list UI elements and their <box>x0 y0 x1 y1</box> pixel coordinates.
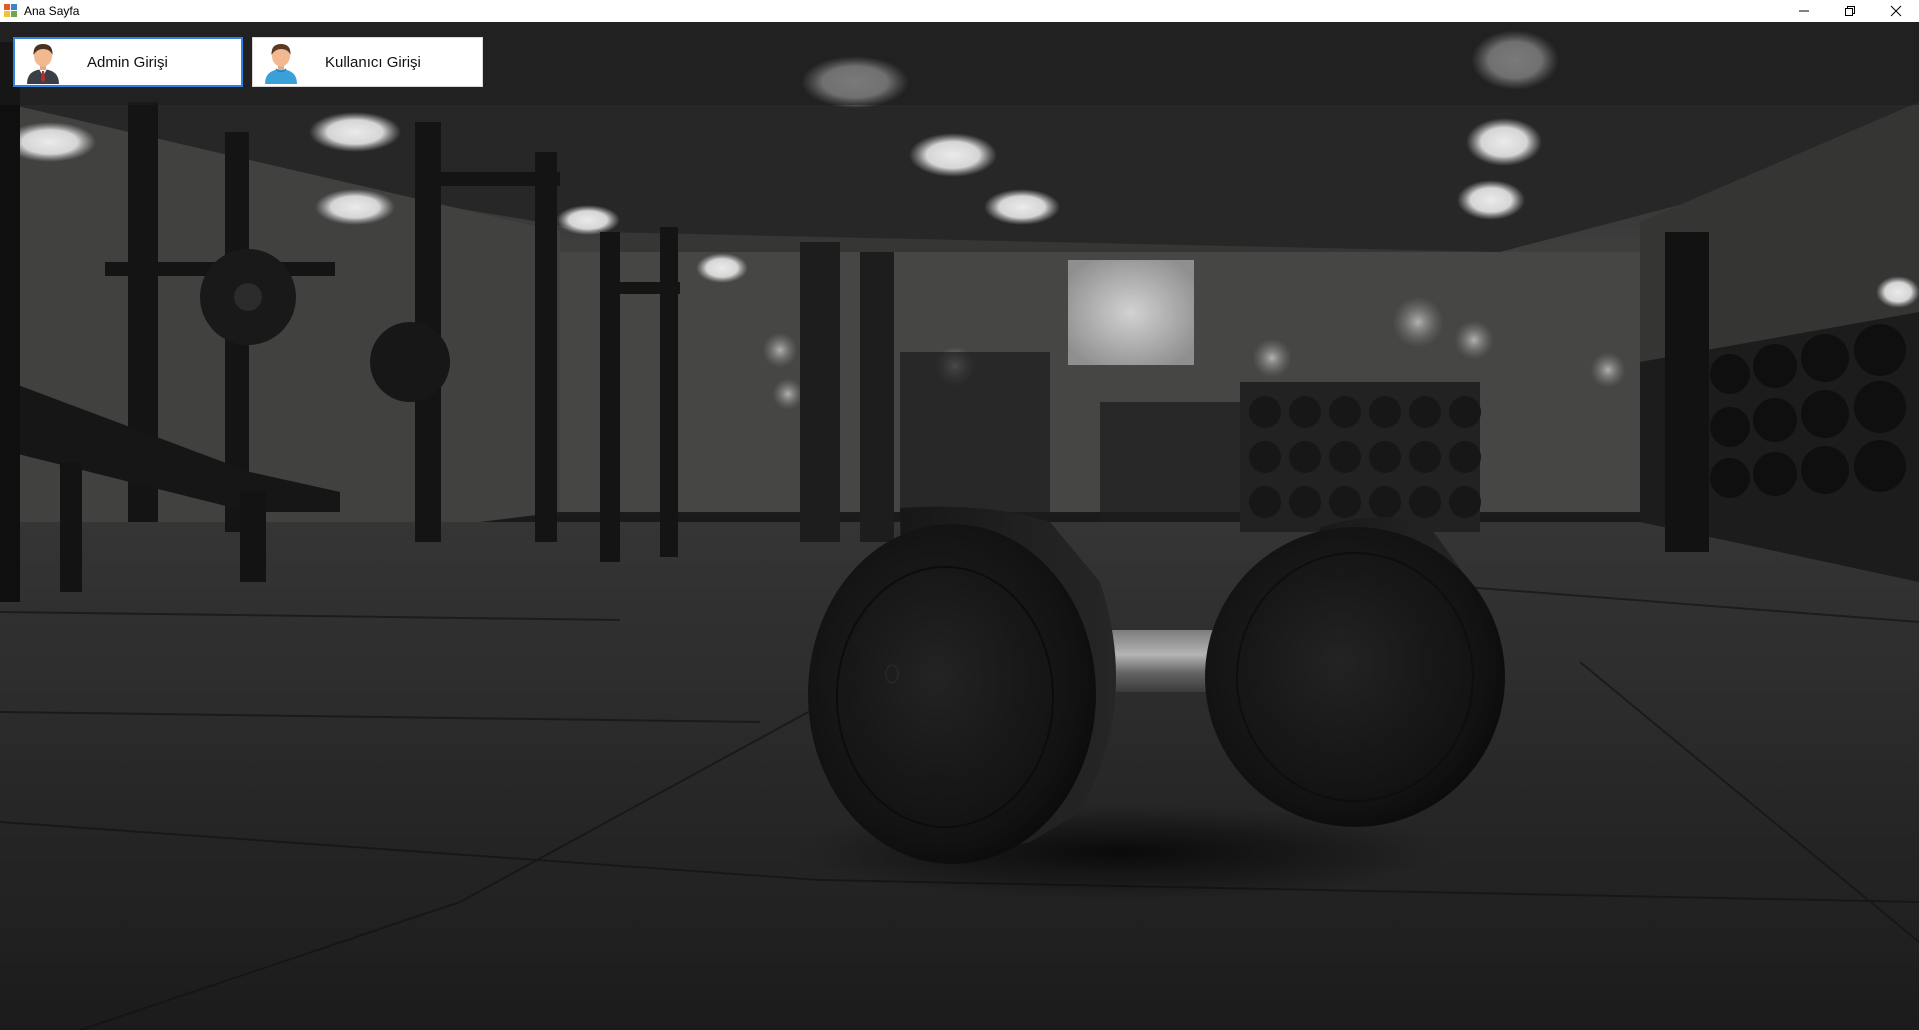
user-login-button[interactable]: Kullanıcı Girişi <box>252 37 483 87</box>
user-avatar-icon <box>265 44 297 84</box>
restore-icon <box>1845 6 1855 16</box>
minimize-icon <box>1799 10 1809 12</box>
window-title: Ana Sayfa <box>24 4 80 18</box>
app-icon <box>4 4 18 18</box>
minimize-button[interactable] <box>1781 0 1827 22</box>
maximize-button[interactable] <box>1827 0 1873 22</box>
admin-login-label: Admin Girişi <box>87 53 168 71</box>
window-controls <box>1781 0 1919 22</box>
admin-avatar-icon <box>27 44 59 84</box>
background-image <box>0 22 1919 1030</box>
main-window: Ana Sayfa Admin Girişi Kullanıcı Girişi <box>0 0 1919 1030</box>
user-login-label: Kullanıcı Girişi <box>325 53 421 71</box>
title-bar[interactable]: Ana Sayfa <box>0 0 1919 22</box>
admin-login-button[interactable]: Admin Girişi <box>13 37 243 87</box>
close-icon <box>1890 5 1902 17</box>
close-button[interactable] <box>1873 0 1919 22</box>
